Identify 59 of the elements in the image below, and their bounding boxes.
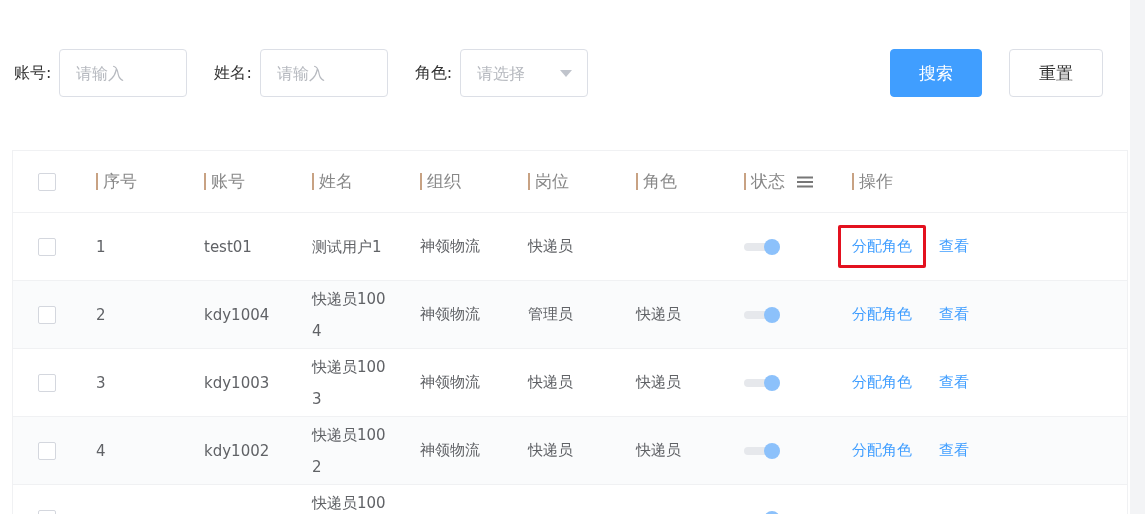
table-cell: 4 [96, 441, 106, 460]
status-switch[interactable] [744, 306, 780, 323]
column-header: 状态 [744, 173, 785, 190]
table-cell: 神领物流 [420, 441, 480, 459]
column-header: 组织 [420, 173, 461, 190]
status-switch[interactable] [744, 442, 780, 459]
table-cell: 快递员 [636, 305, 681, 323]
column-header: 操作 [852, 173, 893, 190]
column-header: 序号 [96, 173, 137, 190]
reset-button[interactable]: 重置 [1009, 49, 1103, 97]
status-switch[interactable] [744, 374, 780, 391]
view-link[interactable]: 查看 [939, 441, 969, 460]
row-checkbox[interactable] [38, 305, 56, 324]
table-cell: 快递员 [528, 237, 573, 255]
assign-role-link[interactable]: 分配角色 [852, 441, 912, 460]
search-button[interactable]: 搜索 [890, 49, 982, 97]
column-header: 岗位 [528, 173, 569, 190]
menu-icon[interactable] [797, 175, 813, 188]
table-cell: 快递员 [636, 373, 681, 391]
row-checkbox[interactable] [38, 373, 56, 392]
assign-role-link[interactable]: 分配角色 [852, 305, 912, 324]
select-all-checkbox[interactable] [38, 172, 56, 191]
table-cell: 管理员 [528, 305, 573, 323]
table-cell: test01 [204, 237, 252, 256]
table-cell-text: 快递员1003 [312, 356, 387, 410]
caret-icon [560, 70, 573, 77]
filter-label: 角色: [414, 62, 453, 84]
input-field[interactable]: 请输入 [259, 49, 388, 97]
row-checkbox[interactable] [38, 237, 56, 256]
table-cell: 神领物流 [420, 305, 480, 323]
table-cell: 神领物流 [420, 237, 480, 255]
table-cell: kdy1003 [204, 373, 270, 392]
role-select[interactable]: 请选择 [460, 49, 589, 97]
status-switch[interactable] [744, 238, 780, 255]
table-cell: 3 [96, 373, 106, 392]
column-header: 角色 [636, 173, 677, 190]
filter-label: 账号: [14, 62, 52, 84]
table-cell: 快递员 [528, 373, 573, 391]
table-cell: 2 [96, 305, 106, 324]
table-cell: 快递员 [528, 441, 573, 459]
table-cell: 1 [96, 237, 106, 256]
assign-role-link[interactable]: 分配角色 [838, 225, 926, 268]
column-header: 账号 [204, 173, 245, 190]
input-field[interactable]: 请输入 [59, 49, 188, 97]
filter-label: 姓名: [214, 62, 252, 84]
table-cell-text: 测试用户1 [312, 236, 383, 258]
column-header: 姓名 [312, 173, 353, 190]
table-cell: 神领物流 [420, 373, 480, 391]
row-checkbox[interactable] [38, 441, 56, 460]
table-cell: kdy1004 [204, 305, 270, 324]
view-link[interactable]: 查看 [939, 237, 969, 256]
table-cell: kdy1002 [204, 441, 270, 460]
table-cell-text: 快递员100 [312, 493, 387, 514]
view-link[interactable]: 查看 [939, 373, 969, 392]
table-cell-text: 快递员1002 [312, 424, 387, 478]
view-link[interactable]: 查看 [939, 305, 969, 324]
table-cell-text: 快递员1004 [312, 288, 387, 342]
table-cell: 快递员 [636, 441, 681, 459]
assign-role-link[interactable]: 分配角色 [852, 373, 912, 392]
